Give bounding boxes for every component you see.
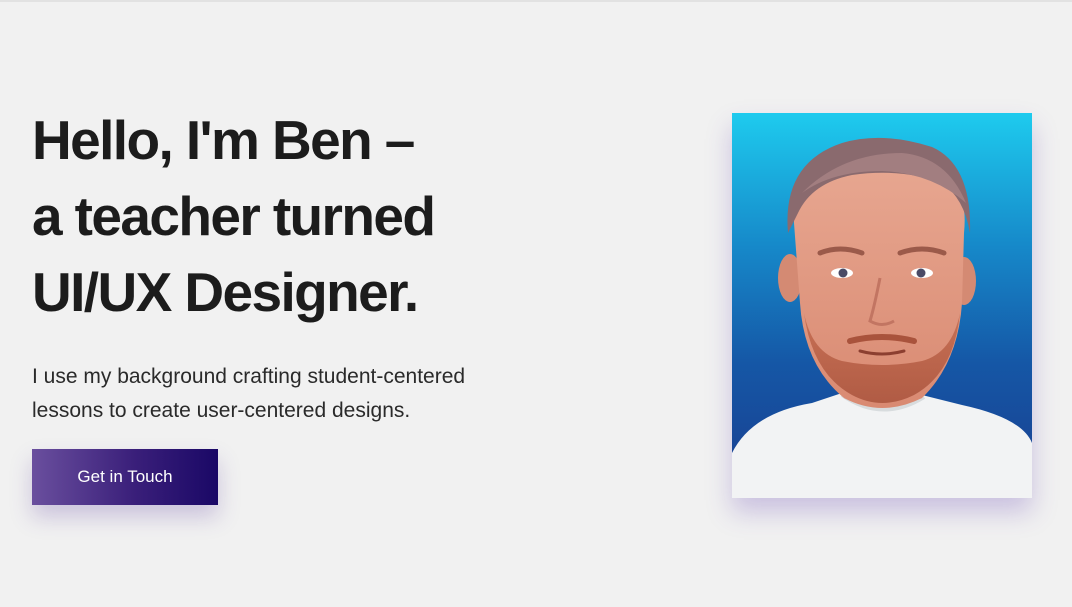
headline-line-2: a teacher turned	[32, 185, 436, 247]
hero-section: Hello, I'm Ben – a teacher turned UI/UX …	[0, 0, 1072, 607]
profile-photo	[732, 113, 1032, 498]
subtext-line-1: I use my background crafting student-cen…	[32, 365, 466, 388]
hero-headline: Hello, I'm Ben – a teacher turned UI/UX …	[32, 102, 592, 330]
hero-text-block: Hello, I'm Ben – a teacher turned UI/UX …	[32, 102, 592, 428]
headline-line-1: Hello, I'm Ben –	[32, 109, 415, 171]
hero-subtext: I use my background crafting student-cen…	[32, 360, 552, 428]
headline-line-3: UI/UX Designer.	[32, 261, 419, 323]
get-in-touch-button[interactable]: Get in Touch	[32, 449, 218, 505]
portrait-illustration	[732, 137, 1032, 498]
subtext-line-2: lessons to create user-centered designs.	[32, 399, 411, 422]
